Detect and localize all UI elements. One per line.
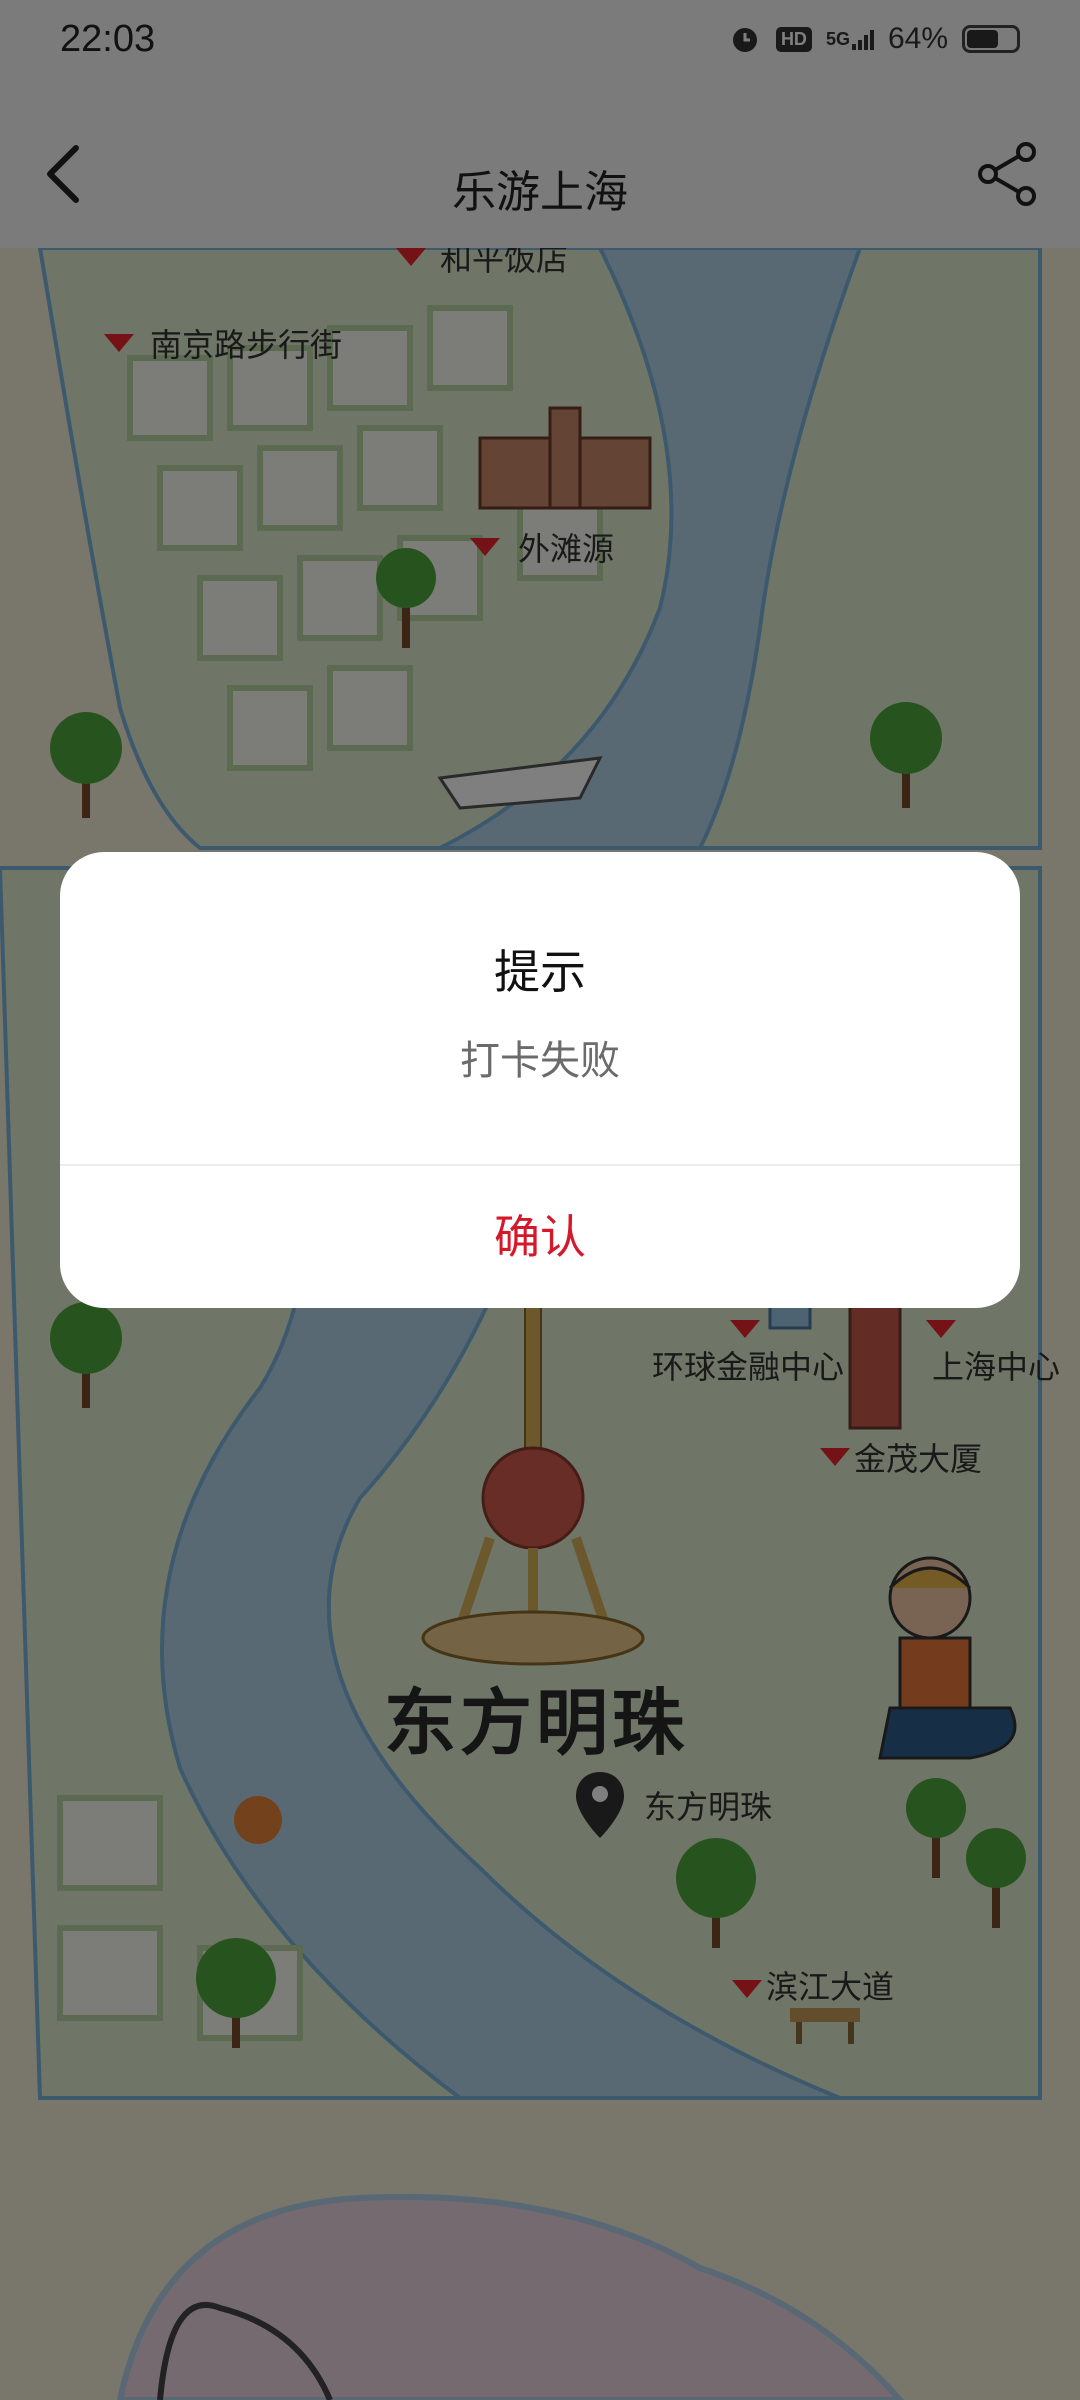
alert-dialog: 提示 打卡失败 确认	[60, 852, 1020, 1308]
dialog-message: 打卡失败	[460, 1038, 620, 1084]
dialog-title: 提示	[494, 945, 586, 999]
confirm-button[interactable]: 确认	[60, 1166, 1020, 1308]
